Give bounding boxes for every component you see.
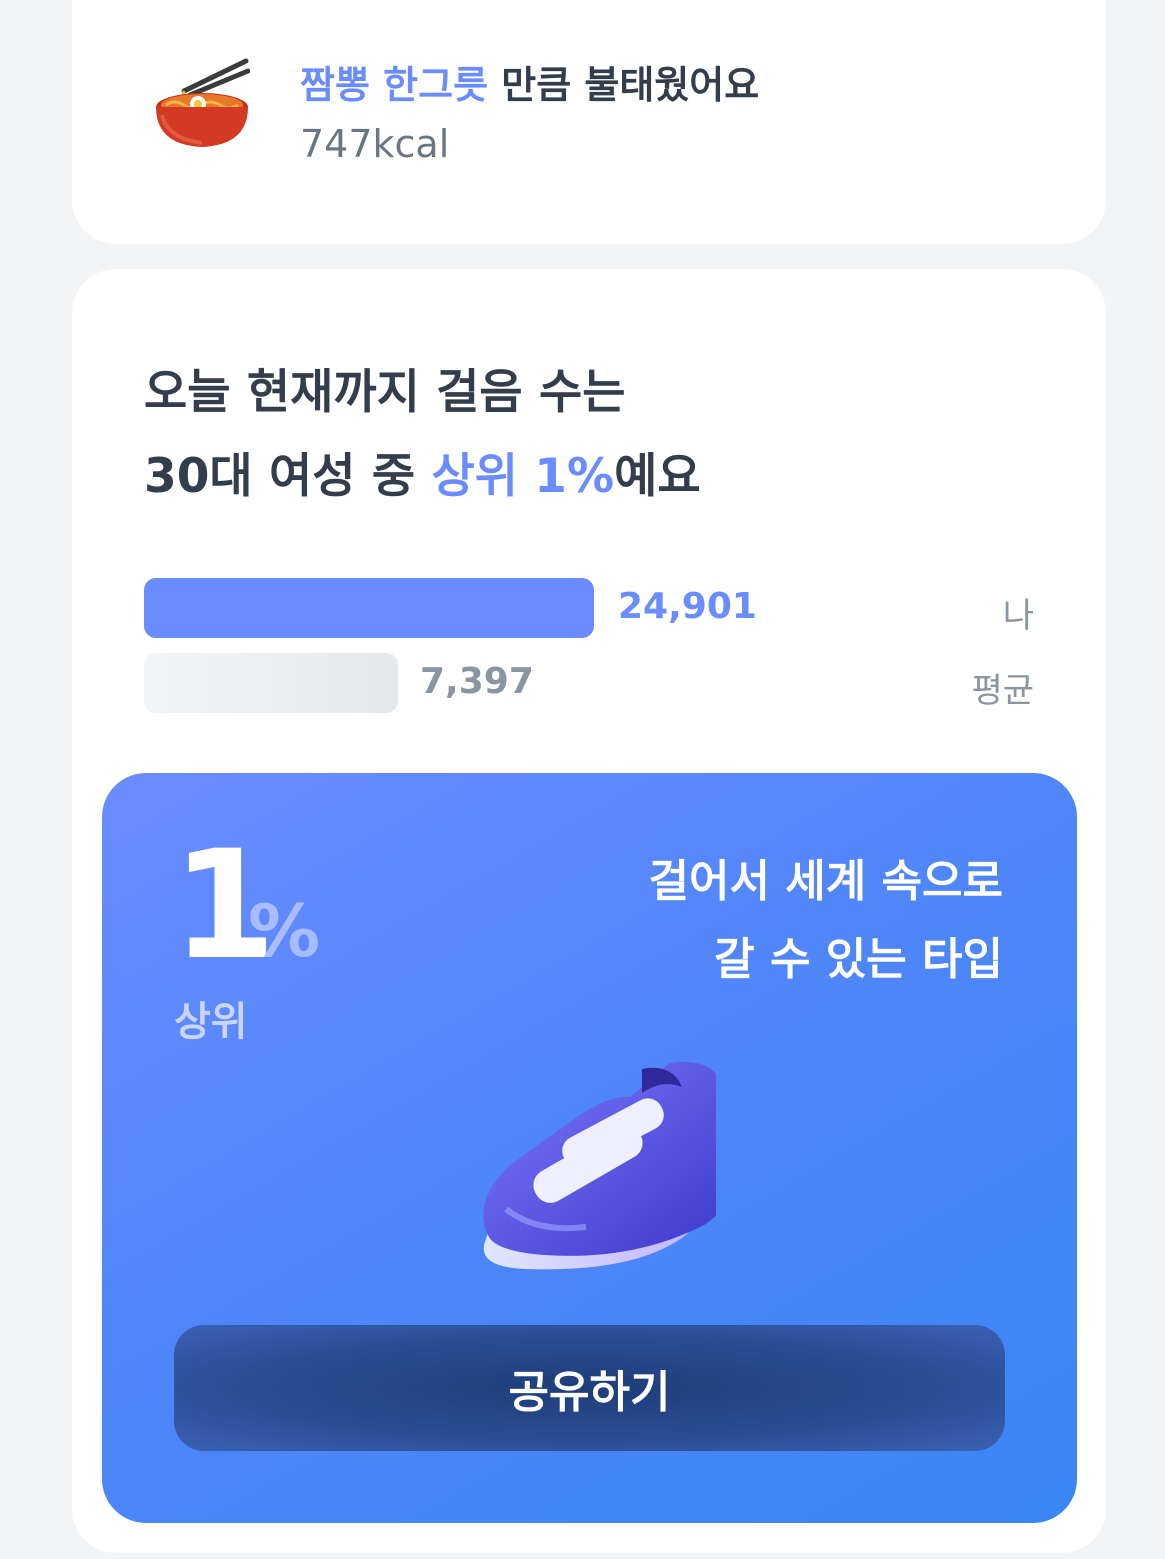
average-steps-bar <box>144 653 398 713</box>
rank-label: 상위 <box>174 999 248 1045</box>
headline-rank: 상위 1% <box>431 449 615 504</box>
calorie-title: 짬뽕 한그릇 만큼 불태웠어요 <box>300 54 759 109</box>
walker-type-line-1: 걸어서 세계 속으로 <box>648 856 1003 907</box>
headline-prefix: 30대 여성 중 <box>144 449 432 504</box>
calorie-value: 747kcal <box>300 122 450 166</box>
walker-type-description: 걸어서 세계 속으로 갈 수 있는 타입 <box>649 843 1003 999</box>
rank-result-card: 1 % 상위 걸어서 세계 속으로 갈 수 있는 타입 공유하기 <box>102 773 1077 1523</box>
headline-line-2: 30대 여성 중 상위 1%예요 <box>144 435 701 519</box>
headline-line-1: 오늘 현재까지 걸음 수는 <box>144 365 626 420</box>
walker-type-line-2: 갈 수 있는 타입 <box>714 934 1003 985</box>
average-steps-label: 평균 <box>971 671 1034 711</box>
calorie-card: 짬뽕 한그릇 만큼 불태웠어요 747kcal <box>72 0 1106 244</box>
headline-suffix: 예요 <box>614 449 701 504</box>
rank-percent-unit: % <box>248 889 321 973</box>
steps-headline: 오늘 현재까지 걸음 수는 30대 여성 중 상위 1%예요 <box>144 351 701 519</box>
sneaker-icon <box>483 1061 716 1270</box>
average-steps-value: 7,397 <box>420 661 534 702</box>
food-name: 짬뽕 한그릇 <box>300 63 489 107</box>
my-steps-bar <box>144 578 594 638</box>
my-steps-label: 나 <box>1002 596 1034 636</box>
my-steps-value: 24,901 <box>618 586 757 627</box>
share-button[interactable]: 공유하기 <box>174 1325 1005 1451</box>
noodle-bowl-icon <box>156 58 250 147</box>
calorie-title-rest: 만큼 불태웠어요 <box>488 63 760 107</box>
steps-rank-card: 오늘 현재까지 걸음 수는 30대 여성 중 상위 1%예요 24,901 나 … <box>72 269 1106 1553</box>
